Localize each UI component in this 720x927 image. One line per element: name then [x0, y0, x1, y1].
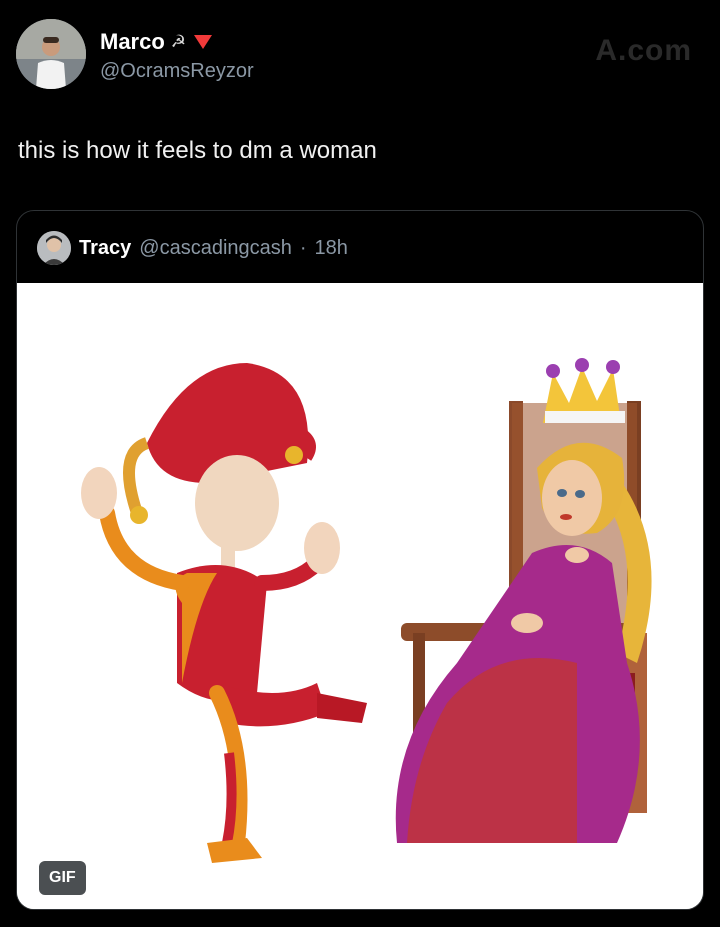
quoted-tweet-header: Tracy @cascadingcash · 18h — [37, 231, 348, 265]
red-triangle-icon — [194, 35, 213, 49]
author-avatar[interactable] — [16, 19, 86, 89]
separator-dot: · — [299, 236, 307, 259]
tweet: Marco ☭ @OcramsReyzor A.com this is how … — [0, 0, 720, 927]
quoted-author-avatar[interactable] — [37, 231, 71, 265]
jester-and-queen-illustration — [17, 283, 703, 909]
hammer-sickle-icon: ☭ — [170, 32, 187, 51]
quoted-author-handle[interactable]: @cascadingcash — [139, 237, 292, 260]
person-photo-icon — [37, 231, 71, 265]
tweet-text: this is how it feels to dm a woman — [18, 137, 377, 164]
gif-media[interactable]: GIF — [17, 283, 703, 909]
quoted-tweet[interactable]: Tracy @cascadingcash · 18h GIF — [16, 210, 704, 910]
quoted-timestamp[interactable]: 18h — [315, 237, 348, 260]
person-photo-icon — [16, 19, 86, 89]
gif-badge[interactable]: GIF — [39, 861, 86, 895]
watermark: A.com — [595, 34, 692, 67]
quoted-author-name[interactable]: Tracy — [79, 237, 131, 260]
author-name[interactable]: Marco — [100, 29, 165, 55]
author-handle[interactable]: @OcramsReyzor — [100, 60, 254, 83]
author-name-row[interactable]: Marco ☭ — [100, 29, 213, 55]
